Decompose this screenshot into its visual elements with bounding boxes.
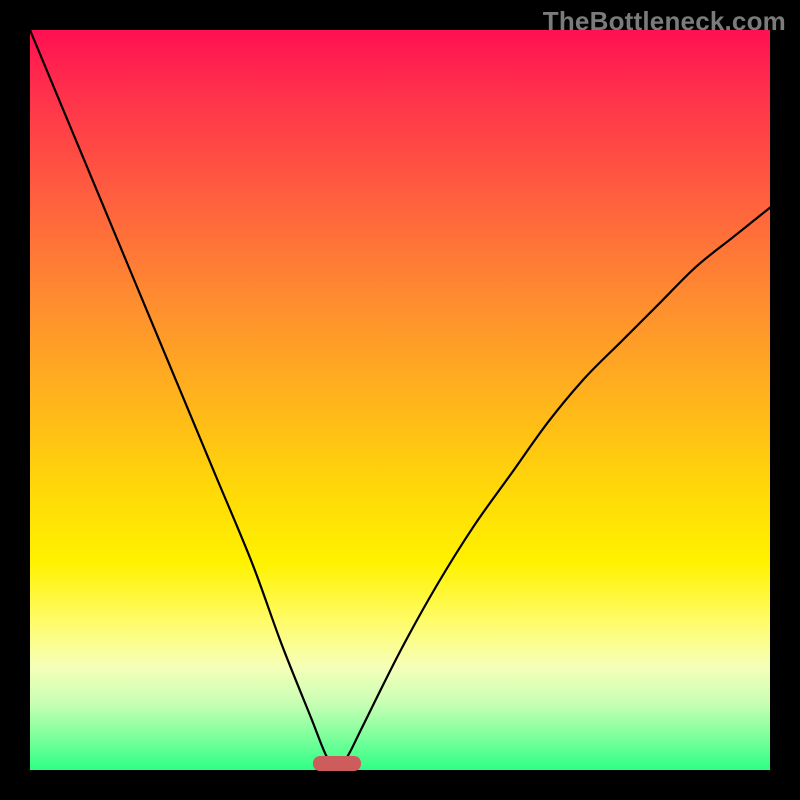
chart-frame: TheBottleneck.com: [0, 0, 800, 800]
plot-area: [30, 30, 770, 770]
optimal-marker: [313, 756, 361, 771]
bottleneck-curve: [30, 30, 770, 770]
